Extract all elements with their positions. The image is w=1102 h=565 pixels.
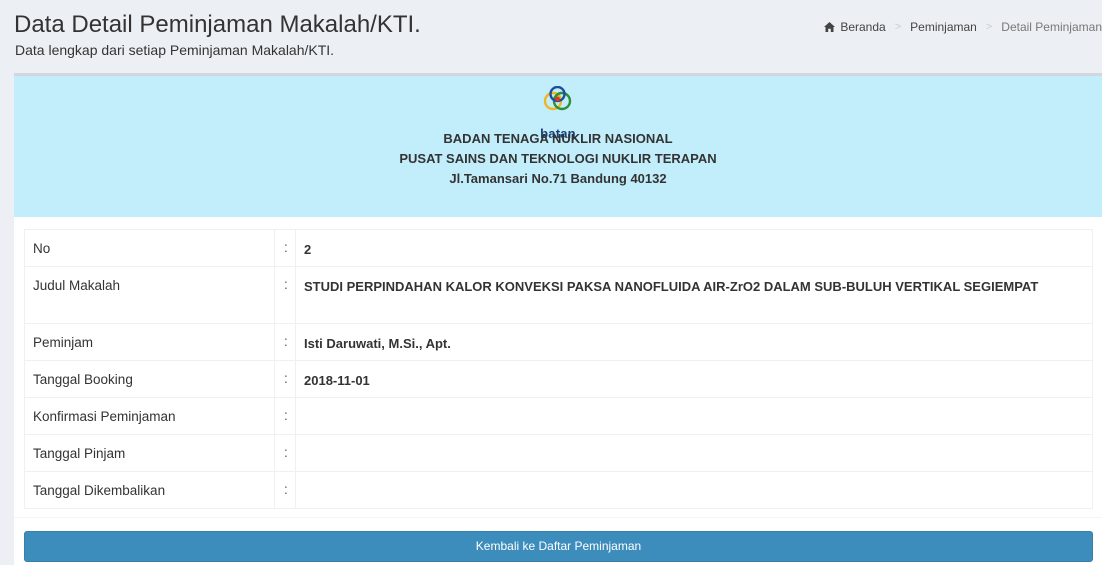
page-subtitle: Data lengkap dari setiap Peminjaman Maka… bbox=[15, 42, 335, 58]
row-value bbox=[295, 434, 1093, 472]
row-colon: : bbox=[274, 397, 296, 435]
breadcrumb-separator: > bbox=[985, 21, 993, 33]
row-colon: : bbox=[274, 266, 296, 324]
row-label: Peminjam bbox=[24, 323, 275, 361]
table-row: Tanggal Pinjam : bbox=[24, 434, 1093, 472]
detail-box: batan BADAN TENAGA NUKLIR NASIONAL PUSAT… bbox=[14, 73, 1102, 565]
breadcrumb-item-peminjaman[interactable]: Peminjaman bbox=[910, 20, 977, 34]
breadcrumb-item-beranda[interactable]: Beranda bbox=[840, 20, 885, 34]
row-value: 2018-11-01 bbox=[295, 360, 1093, 398]
row-value: 2 bbox=[295, 229, 1093, 267]
row-value bbox=[295, 397, 1093, 435]
table-row: Tanggal Dikembalikan : bbox=[24, 471, 1093, 509]
detail-table: No : 2 Judul Makalah : STUDI PERPINDAHAN… bbox=[24, 229, 1093, 509]
row-label: Tanggal Booking bbox=[24, 360, 275, 398]
row-label: Konfirmasi Peminjaman bbox=[24, 397, 275, 435]
row-label: Tanggal Dikembalikan bbox=[24, 471, 275, 509]
table-row: Konfirmasi Peminjaman : bbox=[24, 397, 1093, 435]
row-value: Isti Daruwati, M.Si., Apt. bbox=[295, 323, 1093, 361]
table-row: Peminjam : Isti Daruwati, M.Si., Apt. bbox=[24, 323, 1093, 361]
row-colon: : bbox=[274, 229, 296, 267]
row-label: Tanggal Pinjam bbox=[24, 434, 275, 472]
breadcrumb-separator: > bbox=[894, 21, 902, 33]
batan-logo: batan bbox=[540, 85, 576, 141]
row-value bbox=[295, 471, 1093, 509]
row-label: No bbox=[24, 229, 275, 267]
back-to-list-button[interactable]: Kembali ke Daftar Peminjaman bbox=[24, 531, 1093, 562]
table-row: Judul Makalah : STUDI PERPINDAHAN KALOR … bbox=[24, 266, 1093, 324]
atom-logo-icon bbox=[543, 85, 572, 111]
institution-header: batan BADAN TENAGA NUKLIR NASIONAL PUSAT… bbox=[14, 76, 1102, 217]
divider bbox=[14, 517, 1102, 518]
breadcrumb: Beranda > Peminjaman > Detail Peminjaman bbox=[824, 20, 1102, 34]
home-icon bbox=[824, 22, 836, 32]
table-row: No : 2 bbox=[24, 229, 1093, 267]
page-title: Data Detail Peminjaman Makalah/KTI. bbox=[14, 11, 421, 38]
row-label: Judul Makalah bbox=[24, 266, 275, 324]
breadcrumb-item-detail: Detail Peminjaman bbox=[1001, 20, 1102, 34]
row-value: STUDI PERPINDAHAN KALOR KONVEKSI PAKSA N… bbox=[295, 266, 1093, 324]
row-colon: : bbox=[274, 471, 296, 509]
content-header: Data Detail Peminjaman Makalah/KTI. Data… bbox=[0, 0, 1102, 72]
institution-name: BADAN TENAGA NUKLIR NASIONAL bbox=[443, 131, 673, 146]
row-colon: : bbox=[274, 434, 296, 472]
institution-center: PUSAT SAINS DAN TEKNOLOGI NUKLIR TERAPAN bbox=[399, 151, 717, 166]
table-row: Tanggal Booking : 2018-11-01 bbox=[24, 360, 1093, 398]
row-colon: : bbox=[274, 360, 296, 398]
institution-address: Jl.Tamansari No.71 Bandung 40132 bbox=[449, 171, 667, 186]
row-colon: : bbox=[274, 323, 296, 361]
